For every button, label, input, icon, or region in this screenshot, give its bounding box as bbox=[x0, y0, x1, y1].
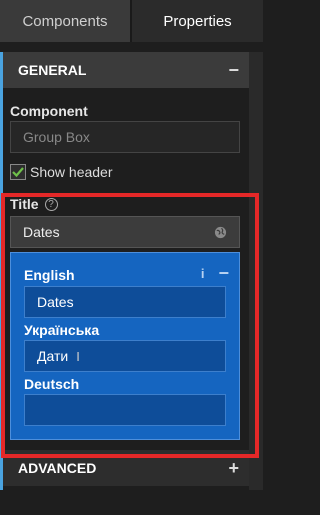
translations-popup: i − English Dates Українська Дати I Deut… bbox=[10, 252, 240, 440]
translation-value-english: Dates bbox=[37, 294, 74, 310]
advanced-section-title: ADVANCED bbox=[18, 460, 97, 476]
component-field[interactable]: Group Box bbox=[10, 121, 240, 153]
checkmark-icon bbox=[12, 167, 24, 178]
language-label-german: Deutsch bbox=[24, 376, 80, 392]
section-accent-bar bbox=[0, 52, 3, 490]
title-label: Title bbox=[10, 196, 39, 212]
collapse-icon[interactable]: − bbox=[218, 263, 229, 284]
language-label-ukrainian: Українська bbox=[24, 322, 100, 338]
globe-icon[interactable] bbox=[214, 226, 227, 239]
translation-field-german[interactable] bbox=[24, 394, 226, 426]
component-value: Group Box bbox=[23, 129, 90, 145]
language-label-english: English bbox=[24, 267, 75, 283]
help-icon[interactable]: ? bbox=[44, 197, 58, 211]
general-section-header[interactable]: GENERAL − bbox=[3, 52, 249, 88]
component-label: Component bbox=[10, 103, 88, 119]
panel-tabs: Components Properties bbox=[0, 0, 263, 42]
tab-properties[interactable]: Properties bbox=[130, 0, 263, 42]
expand-icon[interactable]: + bbox=[228, 458, 239, 479]
title-value: Dates bbox=[23, 224, 60, 240]
title-field[interactable]: Dates bbox=[10, 216, 240, 248]
tab-components[interactable]: Components bbox=[0, 0, 130, 42]
translation-field-ukrainian[interactable]: Дати I bbox=[24, 340, 226, 372]
translation-value-ukrainian: Дати bbox=[37, 348, 69, 364]
translation-field-english[interactable]: Dates bbox=[24, 286, 226, 318]
popup-icons: i − bbox=[201, 263, 229, 284]
scrollbar[interactable] bbox=[249, 52, 263, 490]
title-label-row: Title ? bbox=[10, 196, 58, 212]
advanced-section-header[interactable]: ADVANCED + bbox=[3, 450, 249, 486]
info-icon[interactable]: i bbox=[201, 266, 205, 281]
show-header-row[interactable]: Show header bbox=[10, 164, 113, 180]
show-header-label: Show header bbox=[30, 164, 113, 180]
show-header-checkbox[interactable] bbox=[10, 164, 26, 180]
text-cursor-icon: I bbox=[76, 348, 80, 364]
collapse-icon[interactable]: − bbox=[228, 60, 239, 81]
general-section-title: GENERAL bbox=[18, 62, 87, 78]
